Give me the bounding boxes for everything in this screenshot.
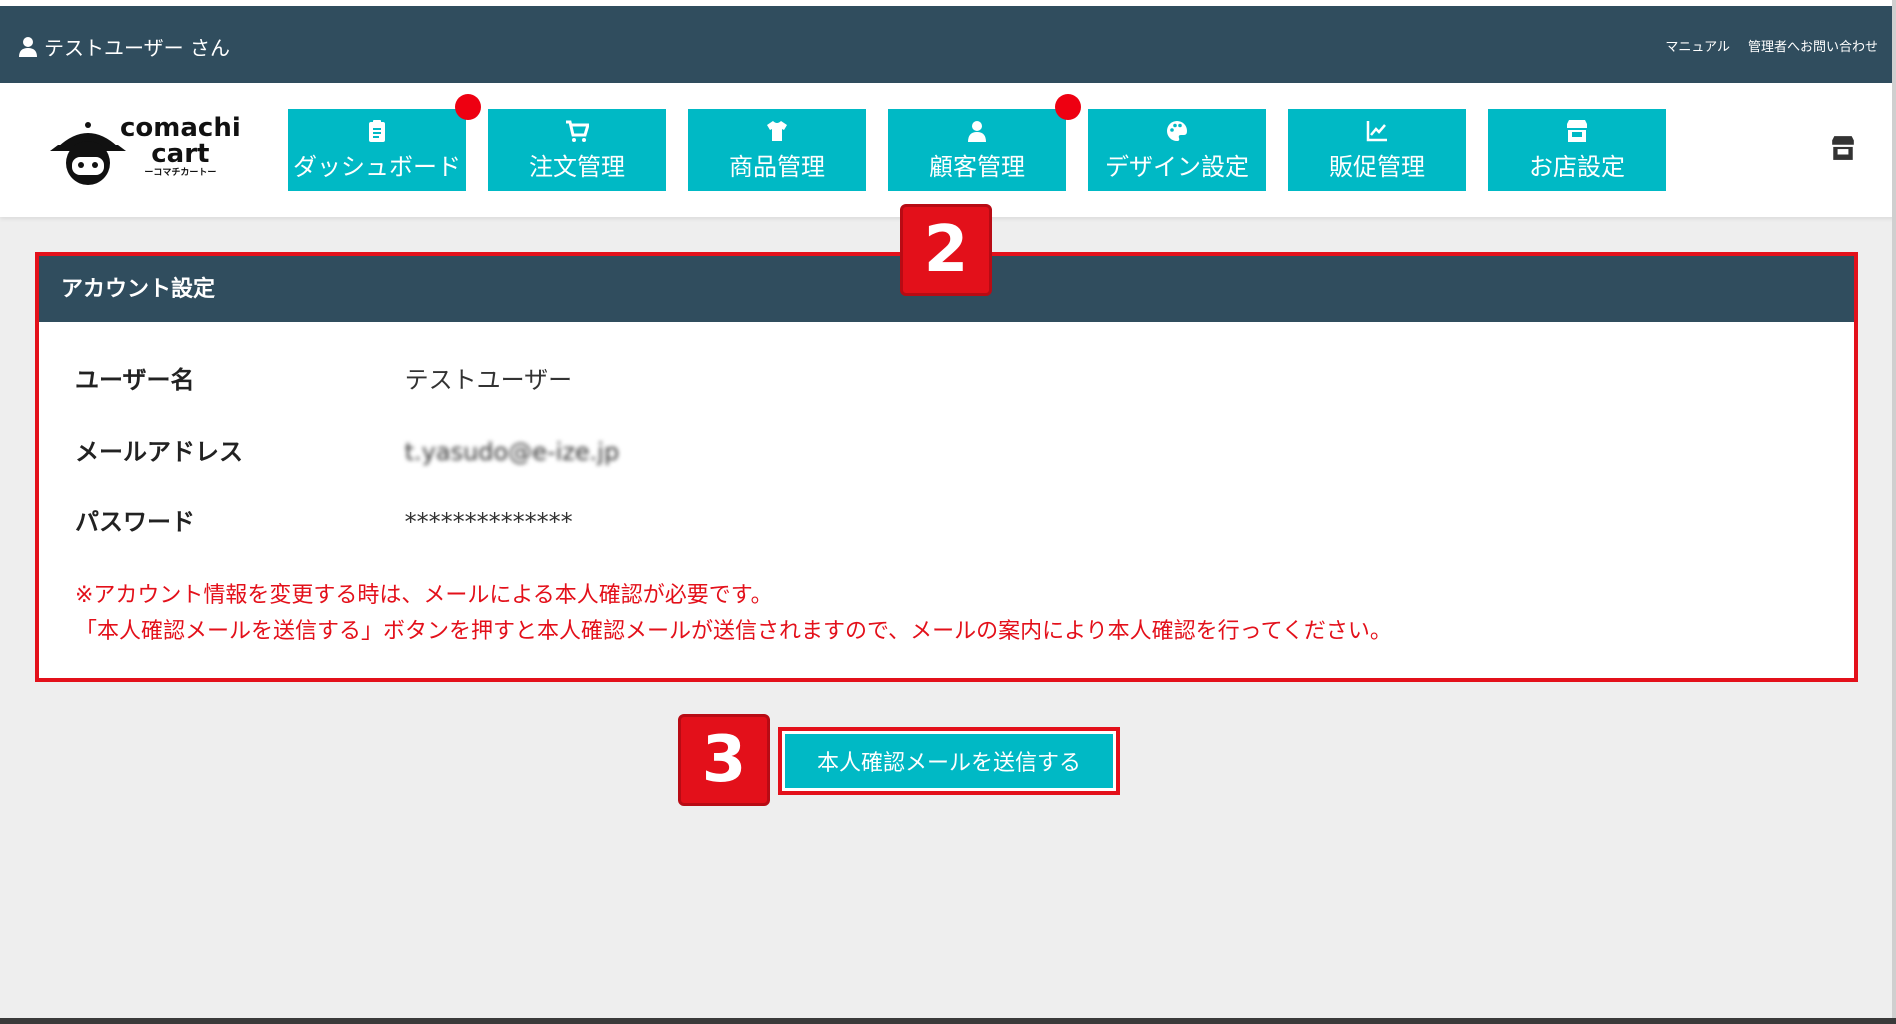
notification-badge: [455, 94, 481, 120]
row-username: ユーザー名 テストユーザー: [75, 360, 572, 395]
nav-products-label: 商品管理: [729, 153, 825, 181]
user-info: テストユーザー さん: [18, 32, 230, 61]
nav-design-label: デザイン設定: [1105, 153, 1249, 181]
shirt-icon: [767, 121, 787, 141]
user-icon: [19, 36, 37, 57]
user-name-label: テストユーザー さん: [44, 36, 230, 60]
username-value: テストユーザー: [404, 366, 573, 394]
nav-customers-label: 顧客管理: [929, 153, 1025, 181]
storefront-icon[interactable]: [1830, 135, 1856, 161]
user-icon: [968, 121, 986, 142]
row-password: パスワード **************: [75, 502, 573, 537]
nav-store-settings[interactable]: お店設定: [1488, 109, 1666, 191]
step-marker-3: 3: [678, 714, 770, 806]
main-nav: comachi cart ーコマチカートー ダッシュボード 注文管理 商品管理: [0, 83, 1896, 217]
clipboard-icon: [369, 120, 385, 142]
nav-dashboard-label: ダッシュボード: [293, 153, 461, 181]
email-label: メールアドレス: [75, 438, 243, 466]
nav-customers[interactable]: 顧客管理: [888, 109, 1066, 191]
logo-line1: comachi: [120, 113, 241, 143]
cart-icon: [566, 120, 589, 142]
comachi-cart-logo[interactable]: comachi cart ーコマチカートー: [48, 113, 241, 189]
nav-orders[interactable]: 注文管理: [488, 109, 666, 191]
palette-icon: [1167, 121, 1187, 141]
nav-design[interactable]: デザイン設定: [1088, 109, 1266, 191]
logo-subtitle: ーコマチカートー: [144, 168, 217, 178]
logo-line2: cart: [151, 139, 210, 169]
row-email: メールアドレス t.yasudo@e-ize.jp: [75, 432, 619, 467]
password-label: パスワード: [75, 508, 195, 536]
notice-line-1: ※アカウント情報を変更する時は、メールによる本人確認が必要です。: [75, 583, 773, 608]
contact-admin-link[interactable]: 管理者へお問い合わせ: [1748, 36, 1878, 55]
notice-line-2: 「本人確認メールを送信する」ボタンを押すと本人確認メールが送信されますので、メー…: [75, 619, 1392, 644]
top-header-bar: テストユーザー さん マニュアル 管理者へお問い合わせ: [0, 6, 1896, 83]
nav-store-settings-label: お店設定: [1529, 153, 1625, 181]
send-verification-button-frame: 本人確認メールを送信する: [778, 727, 1120, 795]
nav-dashboard[interactable]: ダッシュボード: [288, 109, 466, 191]
store-icon: [1567, 120, 1587, 142]
username-label: ユーザー名: [75, 366, 195, 394]
account-settings-panel: アカウント設定 ユーザー名 テストユーザー メールアドレス t.yasudo@e…: [35, 252, 1858, 682]
manual-link[interactable]: マニュアル: [1665, 36, 1730, 55]
password-value: **************: [404, 508, 573, 536]
step-marker-2: 2: [900, 204, 992, 296]
chart-icon: [1366, 121, 1387, 142]
comachi-mascot-icon: [50, 122, 126, 185]
nav-promotion[interactable]: 販促管理: [1288, 109, 1466, 191]
nav-promotion-label: 販促管理: [1329, 153, 1425, 181]
notice-text: ※アカウント情報を変更する時は、メールによる本人確認が必要です。 「本人確認メー…: [75, 578, 1392, 650]
email-value: t.yasudo@e-ize.jp: [404, 438, 620, 466]
send-verification-button[interactable]: 本人確認メールを送信する: [785, 734, 1113, 788]
nav-products[interactable]: 商品管理: [688, 109, 866, 191]
nav-orders-label: 注文管理: [529, 153, 625, 181]
notification-badge: [1055, 94, 1081, 120]
